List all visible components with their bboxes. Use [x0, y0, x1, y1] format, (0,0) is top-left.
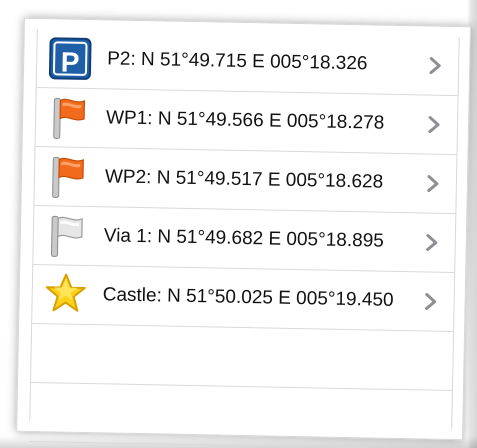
chevron-right-icon	[428, 116, 440, 134]
empty-list-row	[31, 323, 454, 392]
chevron-right-icon	[425, 293, 437, 311]
orange-flag-icon	[53, 97, 86, 139]
screenshot-stage: P P2: N 51°49.715 E 005°18.326 WP1: N 51…	[0, 0, 477, 448]
waypoint-label: P2: N 51°49.715 E 005°18.326	[107, 48, 368, 75]
empty-list-row	[29, 382, 452, 448]
waypoint-label: WP1: N 51°49.566 E 005°18.278	[105, 107, 385, 134]
waypoint-row[interactable]: Castle: N 51°50.025 E 005°19.450	[32, 264, 455, 333]
parking-icon: P	[48, 37, 92, 80]
chevron-right-icon	[429, 57, 441, 75]
waypoint-label: WP2: N 51°49.517 E 005°18.628	[104, 166, 384, 193]
waypoint-label: Via 1: N 51°49.682 E 005°18.895	[103, 225, 385, 252]
waypoint-row[interactable]: Via 1: N 51°49.682 E 005°18.895	[33, 205, 456, 274]
waypoint-list: P P2: N 51°49.715 E 005°18.326 WP1: N 51…	[29, 28, 460, 448]
waypoint-label: Castle: N 51°50.025 E 005°19.450	[102, 284, 394, 311]
waypoint-row[interactable]: P P2: N 51°49.715 E 005°18.326	[36, 29, 459, 97]
waypoint-row[interactable]: WP1: N 51°49.566 E 005°18.278	[35, 88, 458, 156]
chevron-right-icon	[427, 175, 439, 193]
gray-flag-icon	[50, 215, 83, 257]
star-icon	[45, 273, 86, 312]
chevron-right-icon	[426, 234, 438, 252]
svg-text:P: P	[61, 46, 80, 77]
waypoint-row[interactable]: WP2: N 51°49.517 E 005°18.628	[34, 146, 457, 215]
orange-flag-icon	[52, 156, 84, 198]
waypoint-card: P P2: N 51°49.715 E 005°18.326 WP1: N 51…	[16, 17, 471, 448]
